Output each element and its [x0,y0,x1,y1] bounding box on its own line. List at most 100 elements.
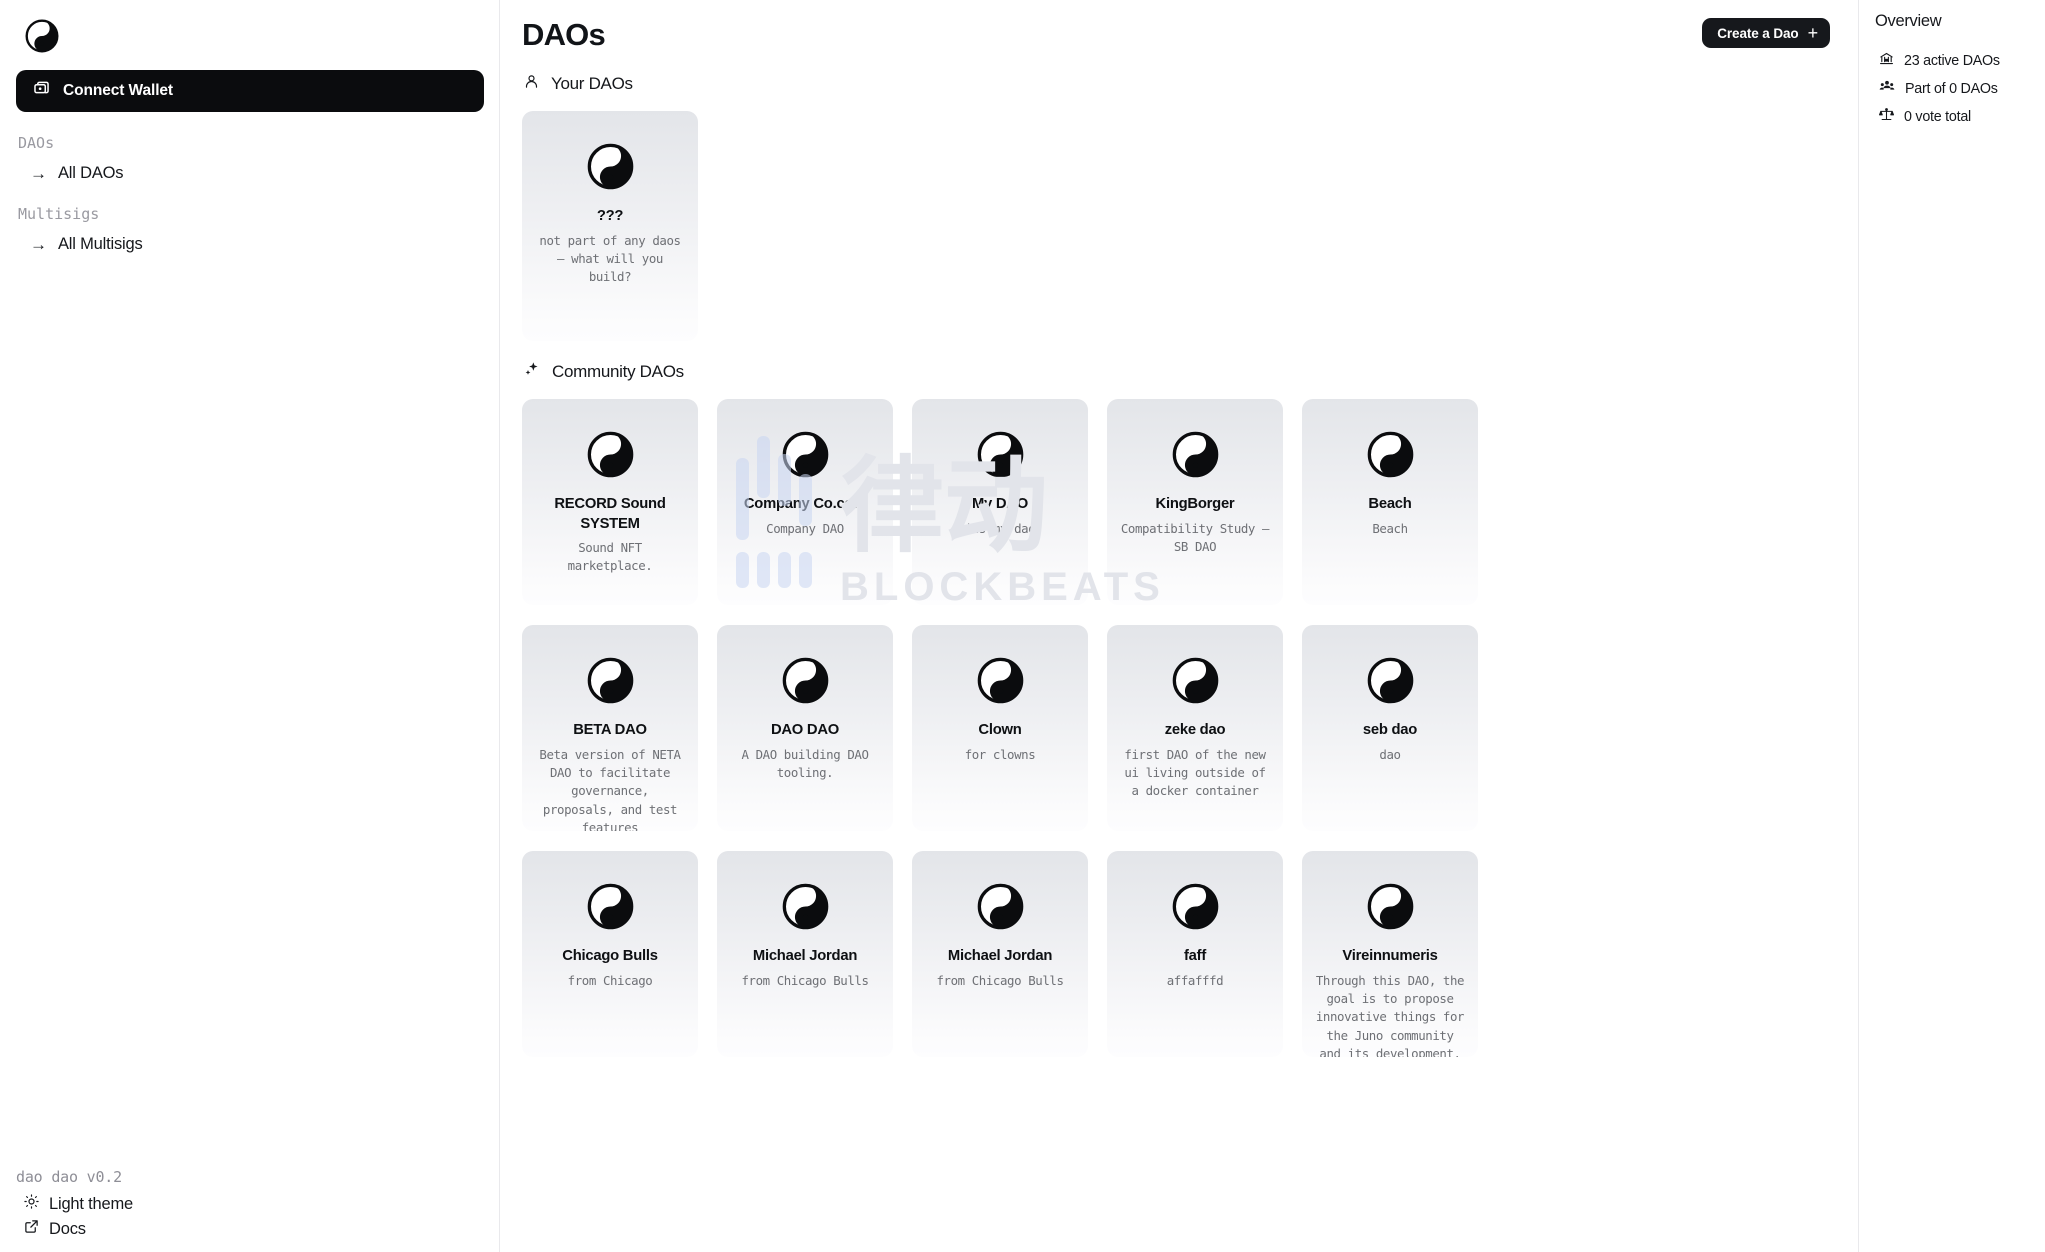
dao-card[interactable]: Michael Jordan from Chicago Bulls [717,851,893,1057]
your-daos-heading: Your DAOs [524,73,1830,95]
dao-card-name: RECORD Sound SYSTEM [554,496,666,532]
dao-card-desc: from Chicago Bulls [741,972,869,988]
dao-card[interactable]: My DAO its my dao [912,399,1088,605]
dao-card-desc: Compatibility Study — SB DAO [1120,520,1270,554]
your-daos-grid: ??? not part of any daos — what will you… [522,111,1830,341]
yinyang-icon [533,143,687,190]
dao-card[interactable]: BETA DAO Beta version of NETA DAO to faci… [522,625,698,831]
yinyang-icon [923,657,1077,704]
yinyang-icon [1313,657,1467,704]
create-dao-label: Create a Dao [1717,25,1799,41]
dao-card[interactable]: zeke dao first DAO of the new ui living o… [1107,625,1283,831]
main-header: DAOs Create a Dao + [522,10,1830,53]
dao-card-desc: A DAO building DAO tooling. [741,746,869,780]
dao-card-name: Vireinnumeris [1342,948,1438,964]
dao-card-desc: Through this DAO, the goal is to propose… [1315,972,1465,1057]
theme-toggle-button[interactable]: Light theme [24,1194,133,1214]
yinyang-icon [923,431,1077,478]
sun-icon [24,1194,39,1214]
sidebar: Connect Wallet DAOs → All DAOs Multisigs… [0,0,500,1252]
page-title: DAOs [522,17,606,52]
dao-card-desc: from Chicago Bulls [936,972,1064,988]
overview-stat-row: 23 active DAOs [1879,51,2045,71]
dao-card[interactable]: Company Co.com Company DAO [717,399,893,605]
yinyang-icon [1313,883,1467,930]
dao-card-name: Michael Jordan [752,948,858,964]
overview-stat-label: 0 vote total [1904,109,1971,125]
dao-card[interactable]: Beach Beach [1302,399,1478,605]
dao-card-name: seb dao [1362,722,1418,738]
arrow-right-icon: → [30,164,47,183]
dao-card-desc: Company DAO [766,520,844,536]
yinyang-icon [728,883,882,930]
overview-stat-label: Part of 0 DAOs [1905,81,1998,97]
yinyang-icon [533,431,687,478]
dao-card-desc: affafffd [1166,972,1224,988]
dao-card-desc: first DAO of the new ui living outside o… [1124,746,1266,799]
yinyang-icon [1118,657,1272,704]
dao-card-name: Company Co.com [743,496,867,512]
dao-card[interactable]: seb dao dao [1302,625,1478,831]
person-icon [524,73,539,95]
sidebar-item-all-daos-label: All DAOs [58,164,124,182]
overview-panel: Overview 23 active DAOs Part of 0 DAOs 0 v… [1858,0,2045,1252]
dao-card-desc: Beach [1372,520,1408,536]
dao-card-desc: not part of any daos — what will you bui… [539,232,681,285]
sidebar-item-all-multisigs[interactable]: → All Multisigs [30,235,483,254]
dao-card[interactable]: DAO DAO A DAO building DAO tooling. [717,625,893,831]
dao-card-desc: from Chicago [567,972,653,988]
app-root: Connect Wallet DAOs → All DAOs Multisigs… [0,0,2045,1252]
nav-group-multisigs: Multisigs → All Multisigs [16,205,483,254]
connect-wallet-button[interactable]: Connect Wallet [16,70,484,112]
yinyang-icon [728,431,882,478]
dao-card-desc: Beta version of NETA DAO to facilitate g… [539,746,681,831]
dao-card-name: Beach [1368,496,1412,512]
your-daos-label: Your DAOs [551,74,633,93]
yinyang-icon [533,883,687,930]
overview-title: Overview [1875,12,1942,30]
theme-toggle-label: Light theme [49,1194,134,1213]
bank-icon [1879,51,1894,71]
dao-card-desc: its my dao [964,520,1036,536]
yinyang-icon [1118,431,1272,478]
sidebar-item-all-multisigs-label: All Multisigs [58,235,143,253]
dao-card[interactable]: Chicago Bulls from Chicago [522,851,698,1057]
dao-card-name: ??? [596,208,624,224]
dao-card-name: BETA DAO [573,722,647,738]
dao-card-desc: dao [1379,746,1401,762]
dao-card-name: zeke dao [1164,722,1226,738]
dao-card[interactable]: RECORD Sound SYSTEM Sound NFT marketplace… [522,399,698,605]
dao-card[interactable]: faff affafffd [1107,851,1283,1057]
dao-card-name: Clown [978,722,1022,738]
dao-card-desc: Sound NFT marketplace. [567,540,653,574]
sidebar-item-all-daos[interactable]: → All DAOs [30,164,483,183]
overview-stat-row: Part of 0 DAOs [1879,79,2045,99]
dao-card[interactable]: Vireinnumeris Through this DAO, the goal … [1302,851,1478,1057]
external-link-icon [24,1219,39,1239]
docs-link[interactable]: Docs [24,1219,133,1239]
plus-icon: + [1807,23,1819,43]
dao-card-desc: for clowns [964,746,1036,762]
yinyang-icon [1118,883,1272,930]
community-daos-heading: Community DAOs [524,361,1830,382]
overview-stat-row: 0 vote total [1878,107,2045,127]
overview-stats-list: 23 active DAOs Part of 0 DAOs 0 vote total [1875,51,2045,127]
dao-card[interactable]: Clown for clowns [912,625,1088,831]
nav-heading-multisigs: Multisigs [18,205,100,223]
sidebar-footer: dao dao v0.2 Light theme Docs [16,1168,133,1239]
dao-card-name: DAO DAO [770,722,840,738]
wallet-icon [33,80,52,102]
create-dao-button[interactable]: Create a Dao + [1702,18,1830,48]
app-version: dao dao v0.2 [16,1168,122,1186]
dao-card-empty[interactable]: ??? not part of any daos — what will you… [522,111,698,341]
nav-group-daos: DAOs → All DAOs [16,134,483,183]
dao-card[interactable]: KingBorger Compatibility Study — SB DAO [1107,399,1283,605]
dao-card-name: Michael Jordan [947,948,1053,964]
yinyang-icon [923,883,1077,930]
dao-card-name: My DAO [971,496,1029,512]
people-icon [1879,79,1895,99]
dao-card[interactable]: Michael Jordan from Chicago Bulls [912,851,1088,1057]
dao-card-name: KingBorger [1155,496,1235,512]
yinyang-logo-icon[interactable] [25,19,59,53]
connect-wallet-label: Connect Wallet [63,82,173,99]
